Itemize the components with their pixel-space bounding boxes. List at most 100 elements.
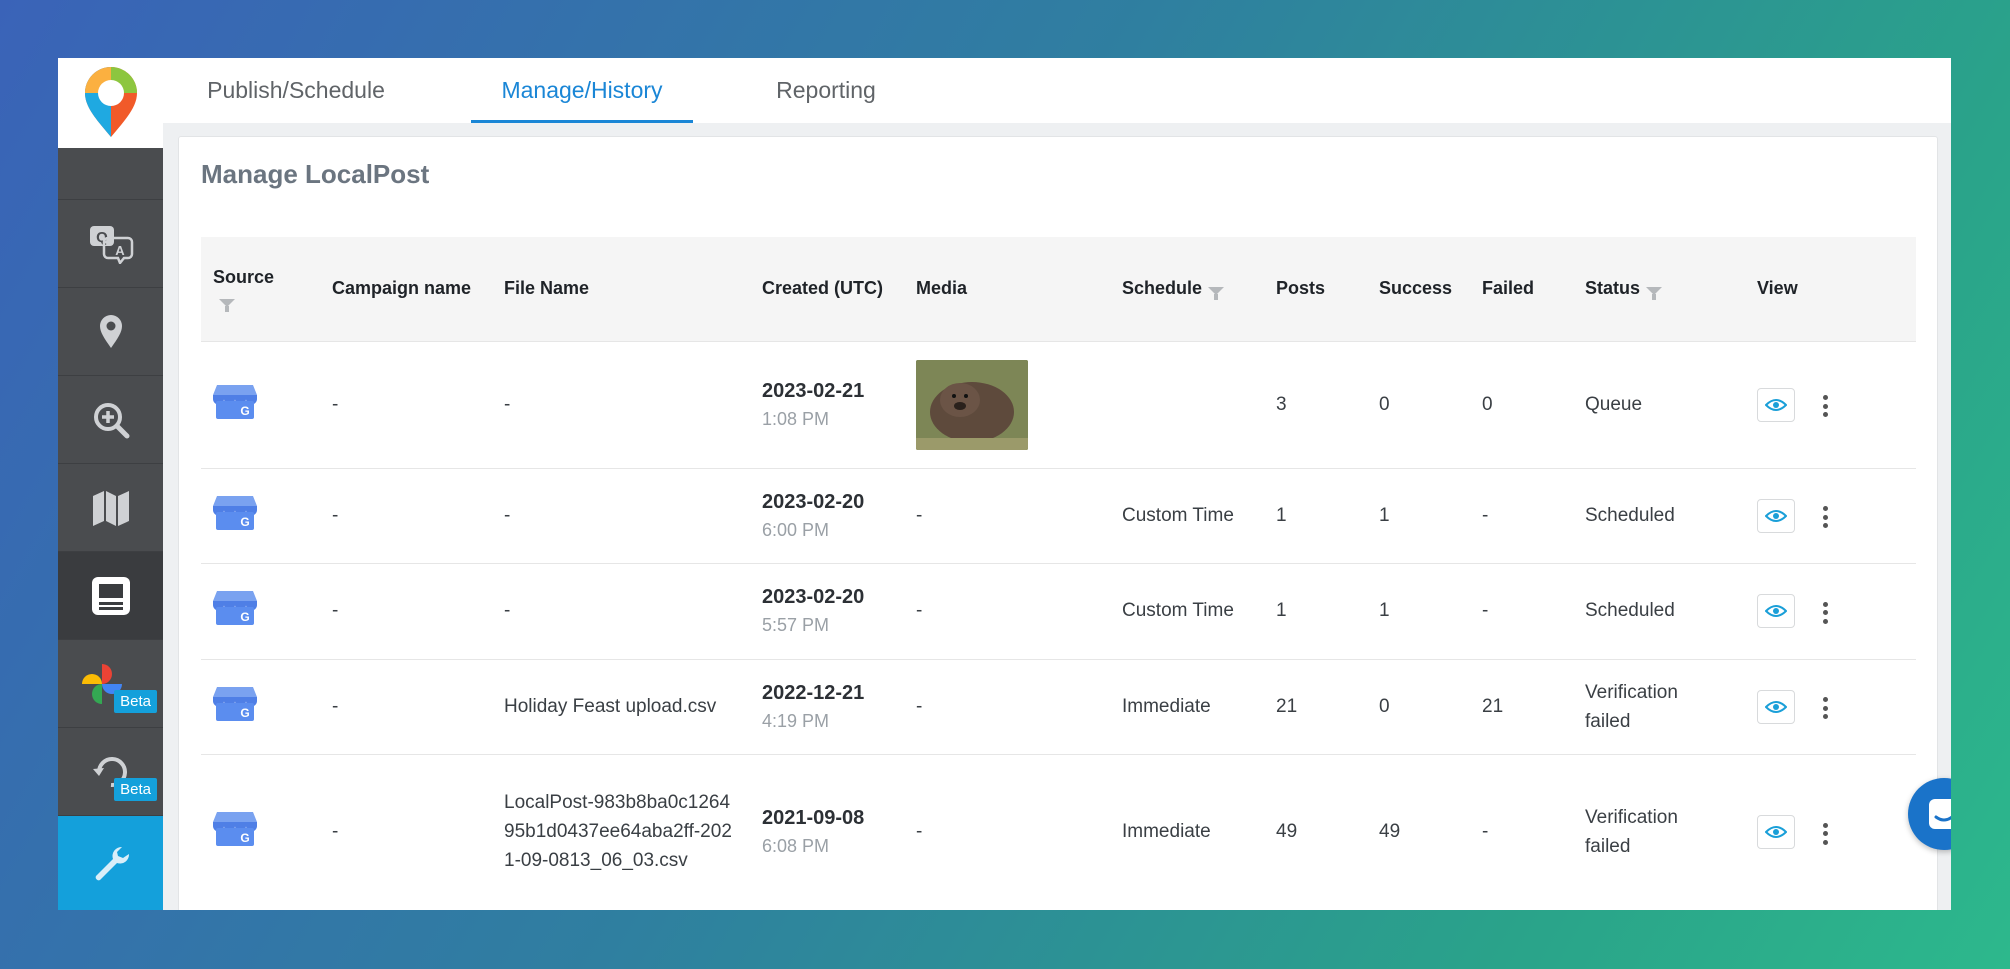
sidebar-item-search[interactable]	[58, 376, 163, 464]
more-options-icon[interactable]	[1823, 697, 1828, 720]
header-schedule: Schedule	[1110, 237, 1264, 341]
view-cell	[1745, 467, 1916, 563]
success-cell: 0	[1367, 340, 1470, 468]
svg-text:G: G	[240, 610, 249, 624]
status-text: Verification failed	[1585, 806, 1678, 857]
svg-text:G: G	[240, 706, 249, 720]
campaign-cell: -	[320, 340, 492, 468]
created-cell: 2021-09-08 6:08 PM	[750, 753, 904, 909]
sidebar-item-map[interactable]	[58, 464, 163, 552]
view-button[interactable]	[1757, 594, 1795, 628]
view-button[interactable]	[1757, 387, 1795, 422]
media-thumbnail[interactable]	[916, 359, 1028, 450]
more-options-icon[interactable]	[1823, 601, 1828, 624]
source-cell: G	[201, 753, 320, 909]
file-cell: -	[492, 340, 750, 468]
top-tabs: Publish/Schedule Manage/History Reportin…	[163, 58, 1951, 123]
created-cell: 2022-12-21 4:19 PM	[750, 658, 904, 754]
sidebar-item-posts[interactable]	[58, 552, 163, 640]
success-cell: 0	[1367, 658, 1470, 754]
svg-text:G: G	[240, 515, 249, 529]
status-cell: Scheduled	[1573, 562, 1745, 659]
file-name: Holiday Feast upload.csv	[504, 695, 717, 717]
view-button[interactable]	[1757, 689, 1795, 724]
header-status: Status	[1573, 237, 1745, 341]
view-cell	[1745, 753, 1916, 909]
google-my-business-icon: G	[213, 384, 257, 419]
table-row: G - -2023-02-20 5:57 PM - Custom Time 1 1- Sched…	[201, 562, 1916, 659]
schedule-cell: Custom Time	[1110, 467, 1264, 563]
tab-reporting[interactable]: Reporting	[761, 58, 891, 123]
file-name: -	[504, 600, 511, 621]
campaign-cell: -	[320, 562, 492, 659]
sidebar-item-rank-tracker[interactable]: Beta	[58, 728, 163, 816]
created-time: 6:00 PM	[762, 519, 830, 540]
eye-icon	[1765, 825, 1787, 838]
filter-status-icon[interactable]	[1646, 287, 1663, 301]
map-icon	[92, 490, 129, 526]
sidebar-item-photos[interactable]: Beta	[58, 640, 163, 728]
app-window: Q A Beta Beta Publish/Schedule Manage/Hi…	[58, 58, 1951, 910]
sidebar: Q A Beta Beta	[58, 58, 163, 910]
header-media: Media	[916, 278, 968, 299]
media-cell: -	[904, 753, 1110, 909]
sidebar-item-locations[interactable]	[58, 288, 163, 376]
media-cell: -	[904, 562, 1110, 659]
media-value: -	[916, 504, 923, 526]
header-view: View	[1757, 278, 1798, 299]
tab-manage-history[interactable]: Manage/History	[471, 58, 693, 123]
schedule-cell: Immediate	[1110, 658, 1264, 754]
posts-table: Source Campaign name File Name Created (…	[201, 237, 1916, 909]
schedule-cell: Custom Time	[1110, 562, 1264, 659]
posts-cell: 49	[1264, 753, 1367, 909]
view-button[interactable]	[1757, 814, 1795, 849]
created-time: 4:19 PM	[762, 710, 830, 731]
media-cell	[904, 340, 1110, 468]
header-source: Source	[201, 237, 320, 341]
source-cell: G	[201, 562, 320, 659]
header-failed: Failed	[1482, 278, 1535, 299]
file-name: -	[504, 504, 511, 526]
filter-schedule-icon[interactable]	[1208, 287, 1225, 301]
file-name: LocalPost-983b8ba0c126495b1d0437ee64aba2…	[504, 792, 732, 872]
created-date: 2023-02-21	[762, 379, 865, 402]
file-name: -	[504, 393, 511, 415]
campaign-cell: -	[320, 467, 492, 563]
wrench-icon	[95, 846, 129, 881]
app-logo[interactable]	[58, 58, 163, 148]
header-file: File Name	[504, 278, 590, 299]
campaign-cell: -	[320, 753, 492, 909]
file-cell: -	[492, 562, 750, 659]
created-date: 2022-12-21	[762, 681, 865, 704]
more-options-icon[interactable]	[1823, 506, 1828, 529]
header-status-label: Status	[1585, 278, 1641, 299]
success-cell: 1	[1367, 562, 1470, 659]
view-button[interactable]	[1757, 498, 1795, 533]
sidebar-spacer	[58, 148, 163, 200]
beta-badge: Beta	[114, 778, 157, 801]
media-cell: -	[904, 658, 1110, 754]
more-options-icon[interactable]	[1823, 822, 1828, 845]
created-time: 5:57 PM	[762, 615, 830, 635]
created-date: 2021-09-08	[762, 806, 865, 829]
file-cell: Holiday Feast upload.csv	[492, 658, 750, 754]
status-cell: Verification failed	[1573, 658, 1745, 754]
failed-cell: 21	[1470, 658, 1573, 754]
status-text: Scheduled	[1585, 600, 1675, 621]
header-campaign: Campaign name	[332, 278, 472, 299]
tab-publish-schedule[interactable]: Publish/Schedule	[187, 58, 405, 123]
failed-cell: -	[1470, 562, 1573, 659]
filter-source-icon[interactable]	[219, 298, 235, 312]
more-options-icon[interactable]	[1823, 395, 1828, 418]
manage-card: Manage LocalPost Source Campaign name Fi…	[178, 136, 1938, 910]
page-title: Manage LocalPost	[201, 159, 430, 189]
failed-cell: 0	[1470, 340, 1573, 468]
view-cell	[1745, 340, 1916, 468]
header-posts: Posts	[1276, 278, 1326, 299]
posts-icon	[91, 576, 130, 615]
eye-icon	[1765, 700, 1787, 713]
sidebar-item-qa[interactable]: Q A	[58, 200, 163, 288]
table-row: G - Holiday Feast upload.csv 2022-12-21 4:19…	[201, 658, 1916, 754]
source-cell: G	[201, 467, 320, 563]
sidebar-item-tools[interactable]	[58, 816, 163, 910]
